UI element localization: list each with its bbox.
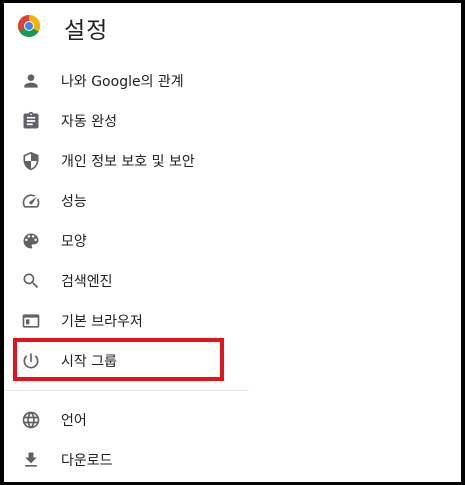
sidebar-item-performance[interactable]: 성능 <box>4 181 244 221</box>
settings-page: 설정 나와 Google의 관계 자동 완성 개인 정보 보호 및 보안 성능 <box>4 3 461 482</box>
clipboard-icon <box>21 111 41 131</box>
sidebar-item-default-browser[interactable]: 기본 브라우저 <box>4 301 244 341</box>
sidebar-item-label: 검색엔진 <box>61 274 113 290</box>
search-icon <box>21 271 41 291</box>
sidebar-item-label: 자동 완성 <box>61 114 117 130</box>
sidebar-item-appearance[interactable]: 모양 <box>4 221 244 261</box>
sidebar-item-languages[interactable]: 언어 <box>4 400 244 440</box>
settings-header: 설정 <box>4 3 461 53</box>
sidebar-item-autofill[interactable]: 자동 완성 <box>4 101 244 141</box>
sidebar-item-label: 개인 정보 보호 및 보안 <box>61 154 195 170</box>
sidebar-item-label: 나와 Google의 관계 <box>61 74 184 90</box>
palette-icon <box>21 231 41 251</box>
sidebar-item-you-and-google[interactable]: 나와 Google의 관계 <box>4 61 244 101</box>
sidebar-item-privacy-security[interactable]: 개인 정보 보호 및 보안 <box>4 141 244 181</box>
download-icon <box>21 450 41 470</box>
sidebar-item-downloads[interactable]: 다운로드 <box>4 440 244 480</box>
sidebar-item-search-engine[interactable]: 검색엔진 <box>4 261 244 301</box>
browser-window-icon <box>21 311 41 331</box>
globe-icon <box>21 410 41 430</box>
speedometer-icon <box>21 191 41 211</box>
sidebar-item-label: 기본 브라우저 <box>61 314 143 330</box>
sidebar-item-label: 모양 <box>61 234 87 250</box>
sidebar-item-label: 성능 <box>61 194 87 210</box>
sidebar-item-label: 다운로드 <box>61 453 113 469</box>
menu-divider <box>4 390 249 391</box>
highlight-box <box>13 338 224 381</box>
chrome-logo-icon <box>17 14 41 38</box>
person-icon <box>21 71 41 91</box>
sidebar-item-label: 언어 <box>61 413 87 429</box>
shield-icon <box>21 151 41 171</box>
page-title: 설정 <box>64 18 109 44</box>
